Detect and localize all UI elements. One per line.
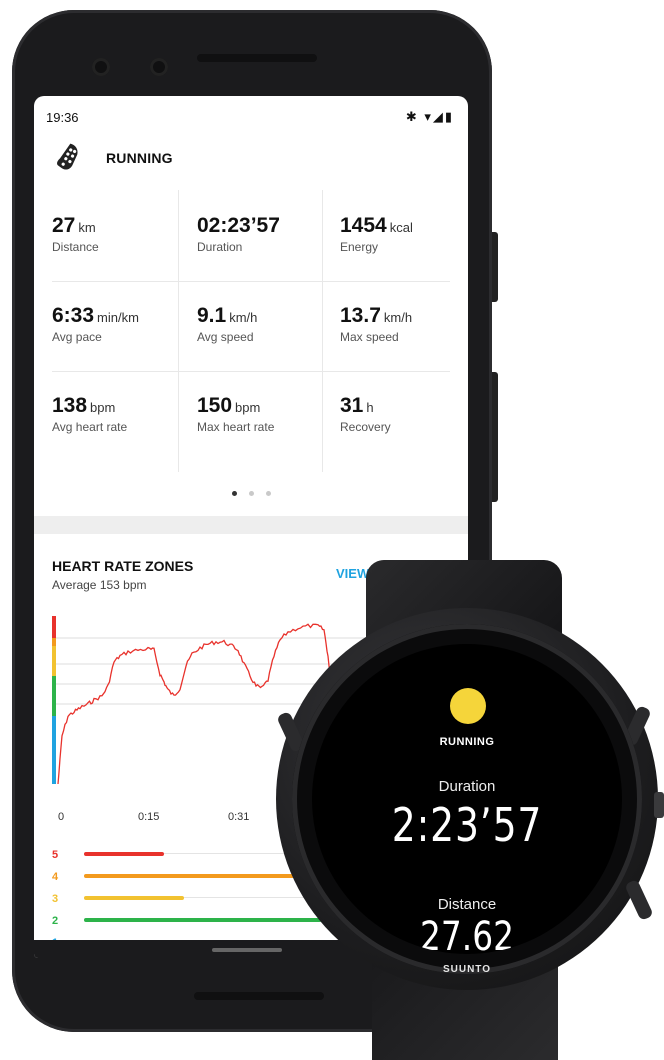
heart-rate-zones-title: HEART RATE ZONES xyxy=(52,558,194,574)
section-divider xyxy=(34,516,468,534)
page-dot[interactable] xyxy=(231,491,237,496)
zone-label: 3 xyxy=(52,893,58,905)
watch-distance-value: 27.62 xyxy=(420,914,514,954)
volume-button xyxy=(492,232,498,302)
watch-crown[interactable] xyxy=(654,792,664,818)
power-button xyxy=(492,372,498,502)
zone-axis-segment xyxy=(52,676,56,716)
stats-grid[interactable]: 27 km Distance 02:23’57 Duration 1454 kcal… xyxy=(52,190,450,472)
watch-duration-label: Duration xyxy=(438,778,496,795)
x-tick-label: 0 xyxy=(58,811,64,823)
zone-bar xyxy=(84,918,322,922)
activity-header: RUNNING xyxy=(34,136,468,190)
watch-duration-value: 2:23’57 xyxy=(391,798,543,852)
zone-bar xyxy=(84,896,184,900)
zone-axis-segment xyxy=(52,616,56,638)
zone-axis-segment xyxy=(52,638,56,646)
stat-avg-heart-rate: 138 bpm Avg heart rate xyxy=(52,394,128,434)
page-indicator[interactable] xyxy=(34,483,468,501)
zone-label: 4 xyxy=(52,871,59,883)
zone-label: 5 xyxy=(52,849,58,861)
stat-max-heart-rate: 150 bpm Max heart rate xyxy=(197,394,275,434)
stat-avg-pace: 6:33 min/km Avg pace xyxy=(52,304,139,344)
activity-label: RUNNING xyxy=(106,150,173,166)
zone-label: 2 xyxy=(52,915,58,927)
status-time: 19:36 xyxy=(46,110,79,125)
watch-sport-label: RUNNING xyxy=(439,736,495,748)
front-camera xyxy=(92,58,110,76)
page-dot[interactable] xyxy=(265,491,271,496)
heart-rate-average: Average 153 bpm xyxy=(52,578,147,592)
running-shoe-icon xyxy=(57,143,78,170)
watch-display: RUNNING Duration 2:23’57 Distance 27.62 xyxy=(312,644,622,954)
sport-color-dot xyxy=(450,688,486,724)
front-sensor xyxy=(150,58,168,76)
stat-distance: 27 km Distance xyxy=(52,214,99,254)
zone-axis-segment xyxy=(52,716,56,784)
zone-axis-segment xyxy=(52,646,56,676)
stat-avg-speed: 9.1 km/h Avg speed xyxy=(197,304,258,344)
stat-energy: 1454 kcal Energy xyxy=(340,214,413,254)
status-icons: ✱ ▾◢▮ xyxy=(405,109,454,124)
home-gesture-bar[interactable] xyxy=(212,948,282,952)
status-bar: 19:36 ✱ ▾◢▮ xyxy=(34,96,468,136)
top-speaker xyxy=(197,54,317,62)
bottom-speaker xyxy=(194,992,324,1000)
watch-distance-label: Distance xyxy=(437,896,497,913)
x-tick-label: 0:15 xyxy=(138,811,159,823)
stat-recovery: 31 h Recovery xyxy=(340,394,391,434)
zone-bar xyxy=(84,874,314,878)
stat-max-speed: 13.7 km/h Max speed xyxy=(340,304,413,344)
zone-bar xyxy=(84,852,164,856)
watch-brand-logo: SUUNTO xyxy=(442,964,492,975)
stat-duration: 02:23’57 Duration xyxy=(197,214,280,254)
page-dot[interactable] xyxy=(248,491,254,496)
x-tick-label: 0:31 xyxy=(228,811,249,823)
